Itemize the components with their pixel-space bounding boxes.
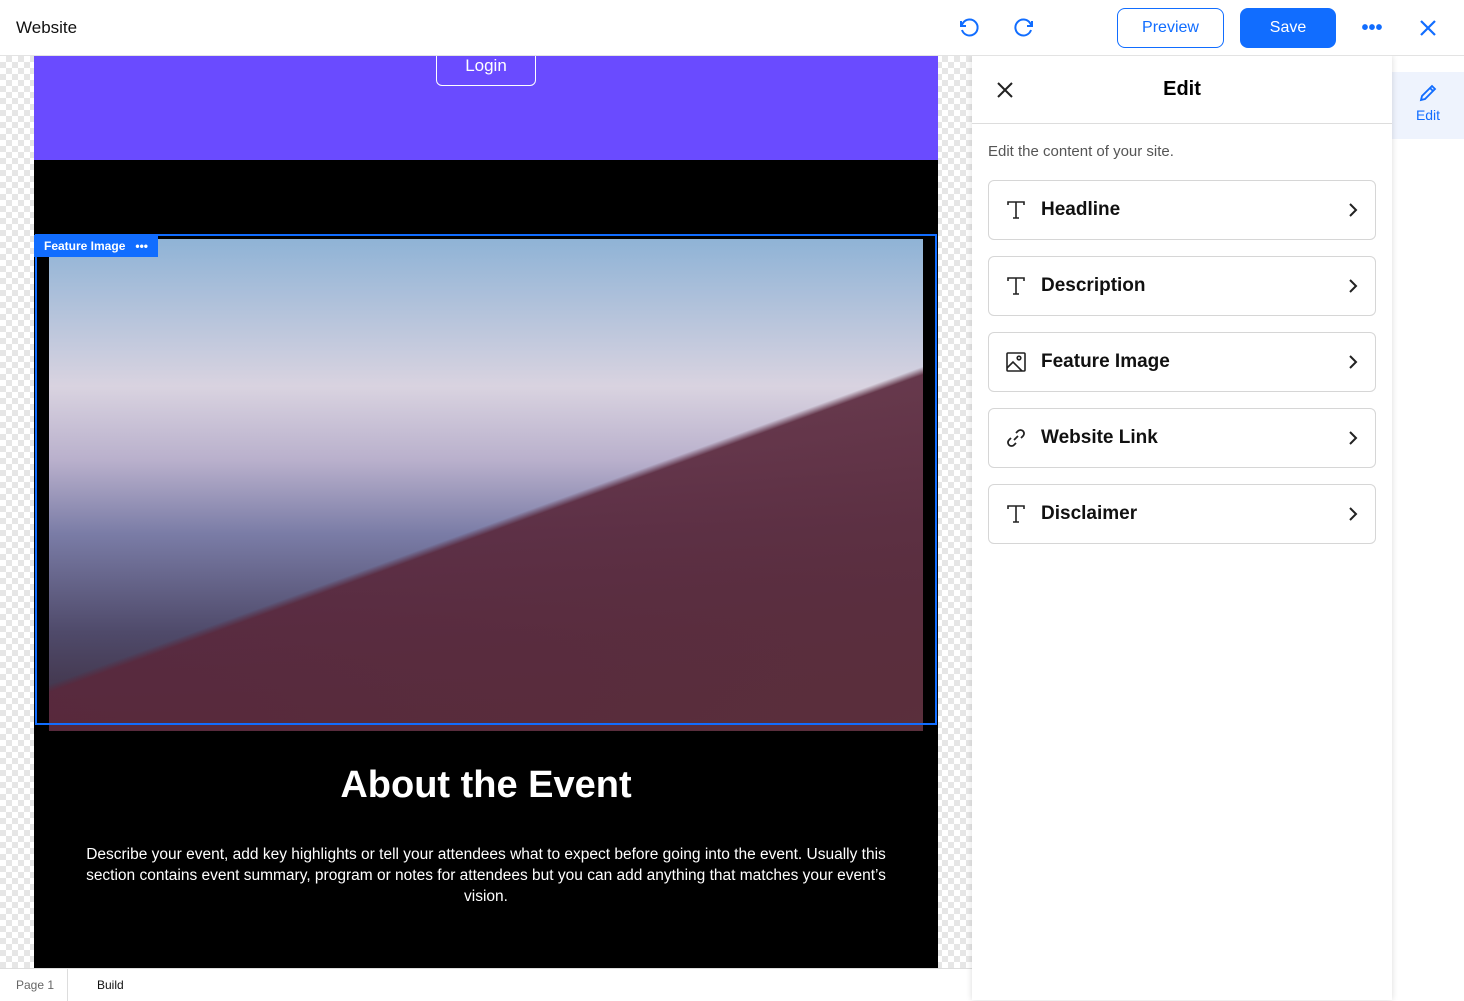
site-preview: Login About the Event Describe your even… [34,56,938,968]
link-icon [1007,429,1025,447]
chevron-right-icon [1349,203,1358,217]
pencil-icon [1419,84,1437,102]
close-icon[interactable] [1414,14,1442,42]
edit-item-website-link[interactable]: Website Link [988,408,1376,468]
item-label: Headline [1041,199,1121,220]
hero-section: Login [34,56,938,160]
login-button[interactable]: Login [436,56,536,86]
feature-image[interactable] [49,239,923,731]
item-label: Feature Image [1041,351,1170,372]
event-description[interactable]: Describe your event, add key highlights … [64,844,908,907]
app-title: Website [16,18,78,37]
chevron-right-icon [1349,507,1358,521]
text-icon [1007,277,1025,295]
top-bar: Website Preview Save ••• [0,0,1464,56]
selection-label: Feature Image [44,239,126,253]
undo-icon[interactable] [955,14,983,42]
edit-item-disclaimer[interactable]: Disclaimer [988,484,1376,544]
selection-tag[interactable]: Feature Image ••• [34,235,158,257]
edit-panel: Edit Edit the content of your site. Head… [972,56,1392,1000]
edit-item-headline[interactable]: Headline [988,180,1376,240]
panel-title: Edit [1163,78,1201,100]
rail-edit-button[interactable]: Edit [1392,72,1464,139]
bottom-bar: Page 1 Build [0,968,972,1001]
editor-canvas: Login About the Event Describe your even… [0,56,972,968]
mode-label[interactable]: Build [97,978,124,992]
image-icon [1006,352,1026,372]
chevron-right-icon [1349,355,1358,369]
text-icon [1007,201,1025,219]
text-icon [1007,505,1025,523]
rail-edit-label: Edit [1415,107,1441,123]
save-button[interactable]: Save [1240,8,1336,48]
more-icon[interactable]: ••• [135,239,148,253]
preview-button[interactable]: Preview [1117,8,1224,48]
item-label: Description [1041,275,1146,296]
divider [67,969,68,1001]
panel-subtitle: Edit the content of your site. [988,143,1174,160]
chevron-right-icon [1349,279,1358,293]
edit-item-feature-image[interactable]: Feature Image [988,332,1376,392]
item-label: Disclaimer [1041,503,1138,524]
event-heading[interactable]: About the Event [34,764,938,807]
edit-item-description[interactable]: Description [988,256,1376,316]
redo-icon[interactable] [1010,14,1038,42]
page-breadcrumb[interactable]: Page 1 [16,978,54,992]
chevron-right-icon [1349,431,1358,445]
more-icon[interactable]: ••• [1358,14,1386,42]
item-label: Website Link [1041,427,1158,448]
